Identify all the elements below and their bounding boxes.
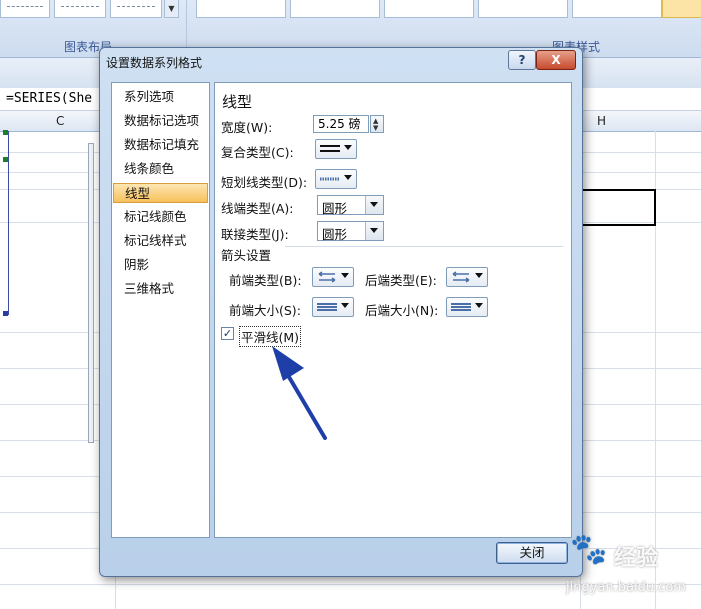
nav-marker-line-color[interactable]: 标记线颜色 <box>113 207 208 227</box>
cap-type-select[interactable]: 圆形 <box>317 195 384 216</box>
format-data-series-dialog: 设置数据系列格式 ? X 系列选项 数据标记选项 数据标记填充 线条颜色 线型 … <box>99 47 583 577</box>
begin-type-label: 前端类型(B): <box>229 273 302 288</box>
arrow-settings-heading: 箭头设置 <box>221 248 272 263</box>
nav-marker-fill[interactable]: 数据标记填充 <box>113 135 208 155</box>
begin-size-dropdown[interactable] <box>312 297 354 317</box>
close-x-button[interactable]: X <box>536 50 576 70</box>
end-size-dropdown[interactable] <box>446 297 488 317</box>
selection-handle[interactable] <box>3 157 8 162</box>
dash-type-label: 短划线类型(D): <box>221 175 308 190</box>
width-spinner[interactable]: ▲ ▼ <box>370 115 384 133</box>
chevron-down-icon <box>344 175 352 180</box>
compound-type-label: 复合类型(C): <box>221 145 294 160</box>
chart-layout-thumb-1[interactable] <box>0 0 50 18</box>
line-style-panel: 线型 宽度(W): 5.25 磅 ▲ ▼ 复合类型(C): 短划线类型(D): … <box>214 82 572 538</box>
cap-type-label: 线端类型(A): <box>221 201 294 216</box>
join-type-select[interactable]: 圆形 <box>317 221 384 242</box>
selection-handle[interactable] <box>3 130 8 135</box>
nav-line-style[interactable]: 线型 <box>113 183 208 203</box>
spin-down-icon[interactable]: ▼ <box>373 124 378 132</box>
compound-type-dropdown[interactable] <box>315 139 357 159</box>
watermark: 🐾 经验 jingyan.baidu.com <box>566 528 698 606</box>
width-label: 宽度(W): <box>221 120 273 135</box>
paw-icon: 🐾 <box>570 532 608 567</box>
chevron-down-icon <box>475 273 483 278</box>
arrows-icon <box>452 271 470 283</box>
join-type-dropdown-button[interactable] <box>365 222 383 240</box>
cap-type-value: 圆形 <box>322 201 348 216</box>
chart-layout-thumb-3[interactable] <box>110 0 162 18</box>
dash-line-icon <box>320 177 340 181</box>
begin-type-dropdown[interactable] <box>312 267 354 287</box>
section-divider <box>285 246 563 247</box>
nav-series-options[interactable]: 系列选项 <box>113 87 208 107</box>
nav-3d-format[interactable]: 三维格式 <box>113 279 208 299</box>
arrows-icon <box>318 271 336 283</box>
category-list: 系列选项 数据标记选项 数据标记填充 线条颜色 线型 标记线颜色 标记线样式 阴… <box>111 82 210 538</box>
smooth-line-checkbox[interactable]: ✓ <box>221 327 234 340</box>
gallery-more-button[interactable]: ▼ <box>164 0 179 18</box>
chart-style-thumb-1[interactable] <box>196 0 286 18</box>
selection-handle[interactable] <box>3 311 8 316</box>
compound-lines-icon <box>320 145 340 152</box>
chevron-down-icon <box>370 202 378 207</box>
join-type-value: 圆形 <box>322 227 348 242</box>
nav-marker-line-style[interactable]: 标记线样式 <box>113 231 208 251</box>
chart-style-thumb-3[interactable] <box>384 0 474 18</box>
close-button[interactable]: 关闭 <box>496 542 568 564</box>
chart-style-thumb-2[interactable] <box>290 0 380 18</box>
chart-frame-edge[interactable] <box>88 143 94 443</box>
dialog-title: 设置数据系列格式 <box>106 56 203 70</box>
chevron-down-icon <box>344 145 352 150</box>
dash-type-dropdown[interactable] <box>315 169 357 189</box>
chart-style-gallery <box>196 0 701 21</box>
cap-type-dropdown-button[interactable] <box>365 196 383 214</box>
chevron-down-icon <box>341 273 349 278</box>
smooth-line-label[interactable]: 平滑线(M) <box>239 326 302 347</box>
section-title: 线型 <box>222 93 253 111</box>
nav-marker-options[interactable]: 数据标记选项 <box>113 111 208 131</box>
chart-style-thumb-5[interactable] <box>572 0 662 18</box>
begin-size-label: 前端大小(S): <box>229 303 301 318</box>
nav-shadow[interactable]: 阴影 <box>113 255 208 275</box>
chart-style-thumb-selected[interactable] <box>662 0 701 18</box>
watermark-url: jingyan.baidu.com <box>566 580 686 595</box>
chart-style-thumb-4[interactable] <box>478 0 568 18</box>
watermark-text: 经验 <box>614 546 659 571</box>
column-header-c[interactable]: C <box>56 114 64 128</box>
end-size-label: 后端大小(N): <box>365 303 439 318</box>
column-header-h[interactable]: H <box>597 114 606 128</box>
chevron-down-icon <box>370 228 378 233</box>
selected-cell[interactable] <box>580 189 656 226</box>
chevron-down-icon <box>341 303 349 308</box>
join-type-label: 联接类型(J): <box>221 227 289 242</box>
chart-layout-thumb-2[interactable] <box>54 0 106 18</box>
formula-text: =SERIES(She <box>6 91 93 106</box>
arrow-size-icon <box>317 303 337 311</box>
nav-line-color[interactable]: 线条颜色 <box>113 159 208 179</box>
chevron-down-icon <box>475 303 483 308</box>
help-button[interactable]: ? <box>508 50 536 70</box>
width-input[interactable]: 5.25 磅 <box>313 115 369 133</box>
arrow-size-icon <box>451 303 471 311</box>
end-type-dropdown[interactable] <box>446 267 488 287</box>
end-type-label: 后端类型(E): <box>365 273 437 288</box>
